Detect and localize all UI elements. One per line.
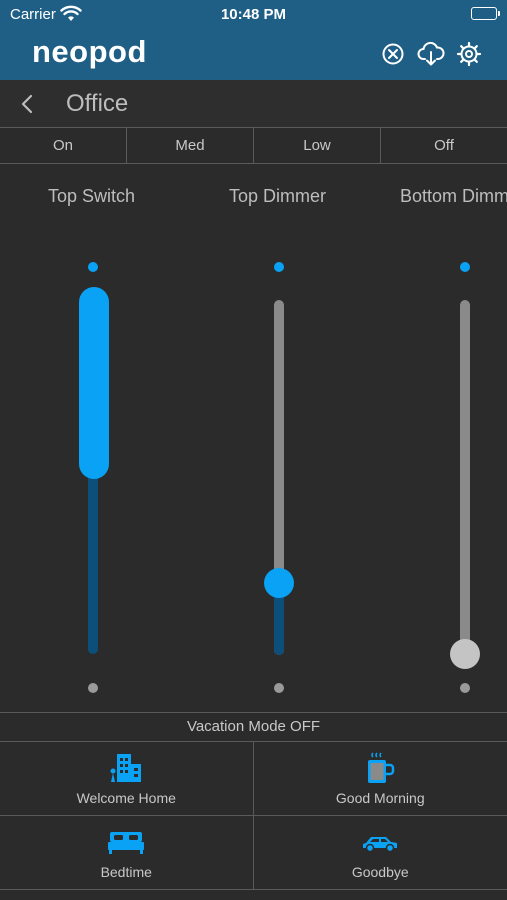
preset-low-button[interactable]: Low	[254, 128, 381, 163]
scene-bedtime-button[interactable]: Bedtime	[0, 816, 254, 890]
close-circle-icon[interactable]	[378, 39, 408, 69]
bottom-dimmer-max-dot	[460, 262, 470, 272]
top-switch-label: Top Switch	[48, 186, 136, 206]
top-dimmer-max-dot	[274, 262, 284, 272]
top-dimmer-label: Top Dimmer	[229, 186, 327, 206]
slider-area: Top Switch Top Dimmer Bottom Dimmer	[0, 164, 507, 712]
car-icon	[360, 826, 400, 858]
top-dimmer-min-dot	[274, 683, 284, 693]
back-chevron-icon[interactable]	[14, 90, 40, 118]
scene-grid: Welcome Home Good Morning Bedtime Goodby…	[0, 742, 507, 892]
bottom-dimmer-label: Bottom Dimmer	[400, 186, 507, 206]
top-switch-knob[interactable]	[79, 287, 109, 479]
scene-label: Welcome Home	[76, 790, 176, 806]
top-switch-min-dot	[88, 683, 98, 693]
app-header: neopod	[0, 30, 507, 80]
neopod-logo: neopod	[32, 34, 147, 69]
building-icon	[106, 752, 146, 784]
bottom-dimmer-track[interactable]	[460, 300, 470, 655]
preset-med-button[interactable]: Med	[127, 128, 254, 163]
scene-welcome-home-button[interactable]: Welcome Home	[0, 742, 254, 816]
status-bar: Carrier 10:48 PM	[0, 0, 507, 30]
top-dimmer-knob[interactable]	[264, 568, 294, 598]
vacation-mode-toggle[interactable]: Vacation Mode OFF	[0, 712, 507, 742]
bottom-dimmer-min-dot	[460, 683, 470, 693]
bottom-dimmer-knob[interactable]	[450, 639, 480, 669]
bed-icon	[106, 826, 146, 858]
preset-off-button[interactable]: Off	[381, 128, 507, 163]
title-bar: Office	[0, 80, 507, 128]
page-title: Office	[66, 90, 129, 117]
scene-goodbye-button[interactable]: Goodbye	[253, 816, 507, 890]
cloud-download-icon[interactable]	[416, 39, 446, 69]
preset-selector: On Med Low Off	[0, 128, 507, 164]
preset-on-button[interactable]: On	[0, 128, 127, 163]
gear-icon[interactable]	[454, 39, 484, 69]
scene-good-morning-button[interactable]: Good Morning	[253, 742, 507, 816]
scene-label: Goodbye	[351, 864, 409, 880]
clock-time: 10:48 PM	[220, 6, 287, 23]
scene-label: Bedtime	[100, 864, 152, 880]
scene-label: Good Morning	[335, 790, 425, 806]
top-switch-max-dot	[88, 262, 98, 272]
battery-icon	[471, 7, 500, 20]
coffee-mug-icon	[360, 752, 400, 784]
